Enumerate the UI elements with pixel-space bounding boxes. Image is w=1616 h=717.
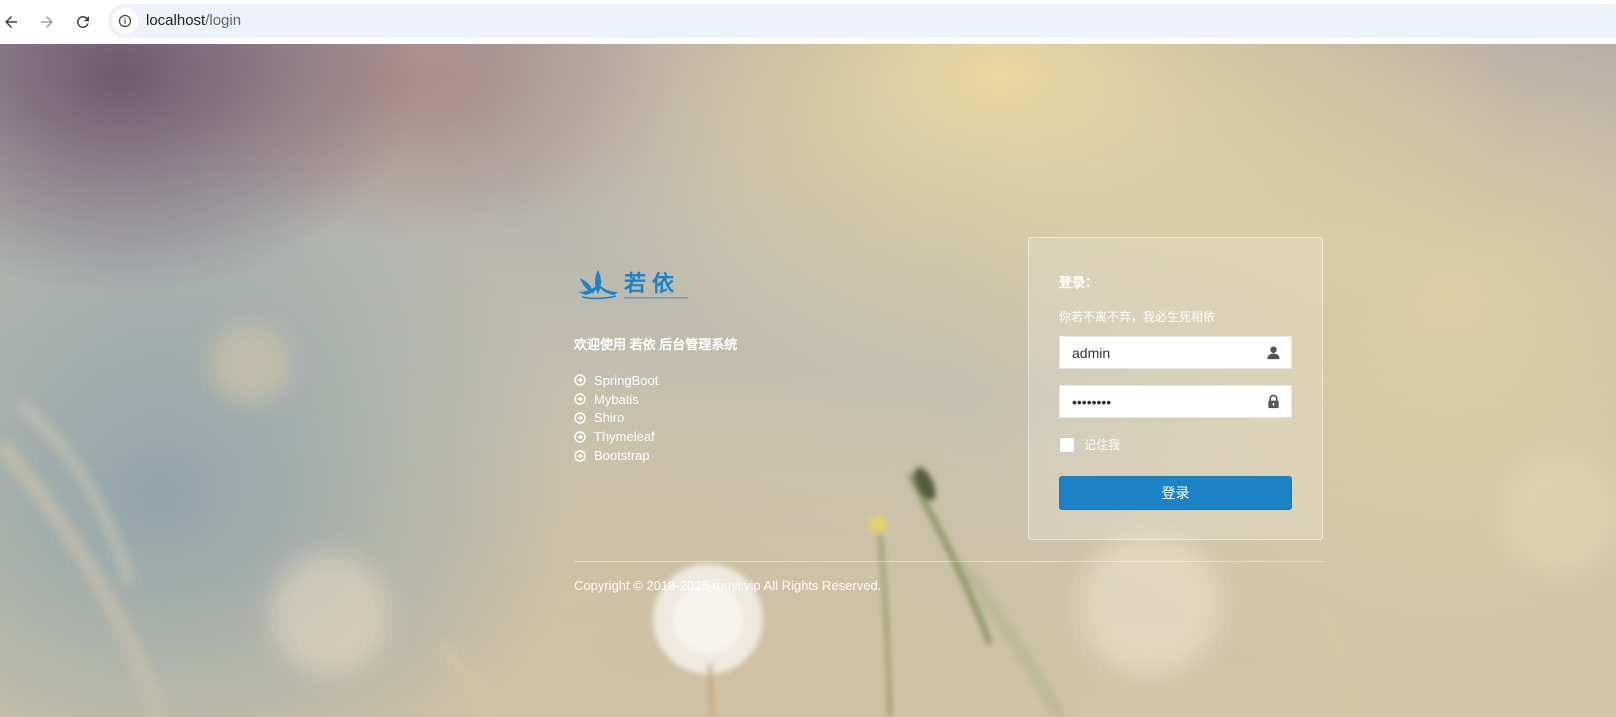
forward-button[interactable] bbox=[33, 8, 61, 36]
arrow-circle-right-icon bbox=[574, 374, 586, 387]
feature-label: Thymeleaf bbox=[594, 429, 655, 445]
password-input[interactable] bbox=[1060, 386, 1268, 417]
username-field-wrapper bbox=[1059, 336, 1292, 369]
browser-toolbar: localhost/login bbox=[0, 0, 1616, 44]
password-field-wrapper bbox=[1059, 385, 1292, 418]
user-icon bbox=[1266, 345, 1281, 360]
feature-item: Bootstrap bbox=[574, 446, 658, 465]
url-host: localhost bbox=[146, 12, 206, 29]
ruoyi-logo: 若依 bbox=[576, 266, 692, 306]
background-image bbox=[0, 324, 1616, 717]
arrow-left-icon bbox=[5, 16, 17, 28]
logo-text: 若依 bbox=[624, 271, 680, 297]
remember-me-checkbox[interactable] bbox=[1059, 436, 1075, 453]
login-subtitle: 你若不离不弃，我必生死相依 bbox=[1059, 310, 1216, 324]
arrow-circle-right-icon bbox=[574, 431, 586, 443]
feature-label: Bootstrap bbox=[594, 448, 650, 464]
reload-icon bbox=[76, 15, 89, 28]
lotus-icon: 若依 bbox=[578, 270, 688, 300]
arrow-circle-right-icon bbox=[574, 393, 586, 405]
feature-item: Thymeleaf bbox=[574, 427, 658, 446]
feature-item: Shiro bbox=[574, 409, 658, 428]
url-path: /login bbox=[205, 12, 242, 29]
lock-icon bbox=[1266, 394, 1281, 409]
reload-button[interactable] bbox=[69, 8, 97, 36]
arrow-right-icon bbox=[41, 16, 53, 28]
address-bar[interactable]: localhost/login bbox=[108, 4, 1616, 38]
login-page: 若依 欢迎使用 若依 后台管理系统 SpringBoot Mybatis Shi… bbox=[0, 44, 1616, 717]
back-button[interactable] bbox=[0, 8, 25, 36]
feature-label: Shiro bbox=[594, 410, 625, 426]
info-circle-icon bbox=[118, 14, 132, 28]
login-title: 登录： bbox=[1059, 275, 1099, 290]
remember-me-label[interactable]: 记住我 bbox=[1084, 436, 1120, 453]
arrow-circle-right-icon bbox=[574, 412, 586, 424]
feature-list: SpringBoot Mybatis Shiro Thymeleaf Boots… bbox=[574, 371, 658, 465]
site-info-button[interactable] bbox=[112, 8, 138, 34]
arrow-circle-right-icon bbox=[574, 449, 586, 462]
welcome-text: 欢迎使用 若依 后台管理系统 bbox=[574, 337, 738, 352]
feature-label: Mybatis bbox=[594, 391, 639, 407]
remember-me: 记住我 bbox=[1059, 436, 1120, 453]
login-button[interactable]: 登录 bbox=[1059, 476, 1292, 510]
login-form: 登录： 你若不离不弃，我必生死相依 记住我 登录 bbox=[1028, 237, 1323, 540]
feature-item: SpringBoot bbox=[574, 371, 658, 390]
feature-label: SpringBoot bbox=[594, 372, 659, 388]
username-input[interactable] bbox=[1060, 337, 1268, 368]
url-text[interactable]: localhost/login bbox=[146, 12, 241, 29]
copyright-text: Copyright © 2018-2025 ruoyi.vip All Righ… bbox=[574, 578, 882, 593]
footer-divider bbox=[574, 561, 1323, 562]
feature-item: Mybatis bbox=[574, 390, 658, 409]
